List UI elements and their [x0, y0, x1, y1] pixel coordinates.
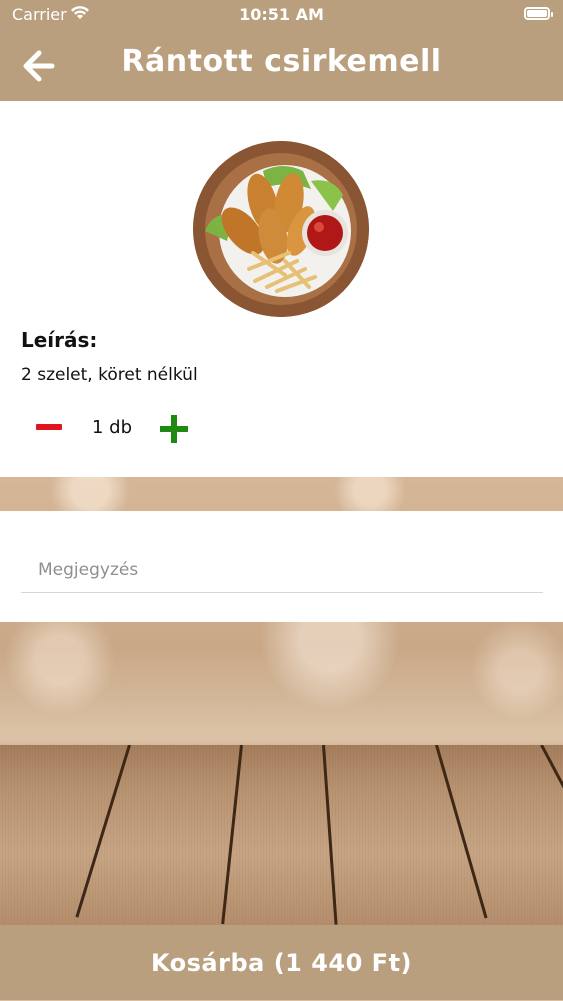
clock: 10:51 AM — [239, 5, 324, 24]
quantity-value: 1 db — [91, 417, 133, 438]
note-input[interactable] — [21, 547, 543, 593]
navigation-bar: Carrier 10:51 AM Rántott csirkemell — [0, 0, 563, 101]
product-card: Leírás: 2 szelet, köret nélkül 1 db — [0, 101, 563, 477]
plus-icon[interactable] — [160, 415, 188, 443]
wooden-table-background — [0, 745, 563, 925]
food-image — [193, 141, 369, 317]
battery-icon — [524, 7, 553, 20]
minus-icon[interactable] — [36, 424, 62, 430]
add-to-cart-button[interactable]: Kosárba (1 440 Ft) — [0, 925, 563, 1000]
description-label: Leírás: — [21, 328, 98, 352]
page-title: Rántott csirkemell — [121, 44, 442, 79]
status-bar: Carrier 10:51 AM — [0, 0, 563, 30]
note-panel — [0, 511, 563, 622]
description-text: 2 szelet, köret nélkül — [21, 365, 198, 385]
